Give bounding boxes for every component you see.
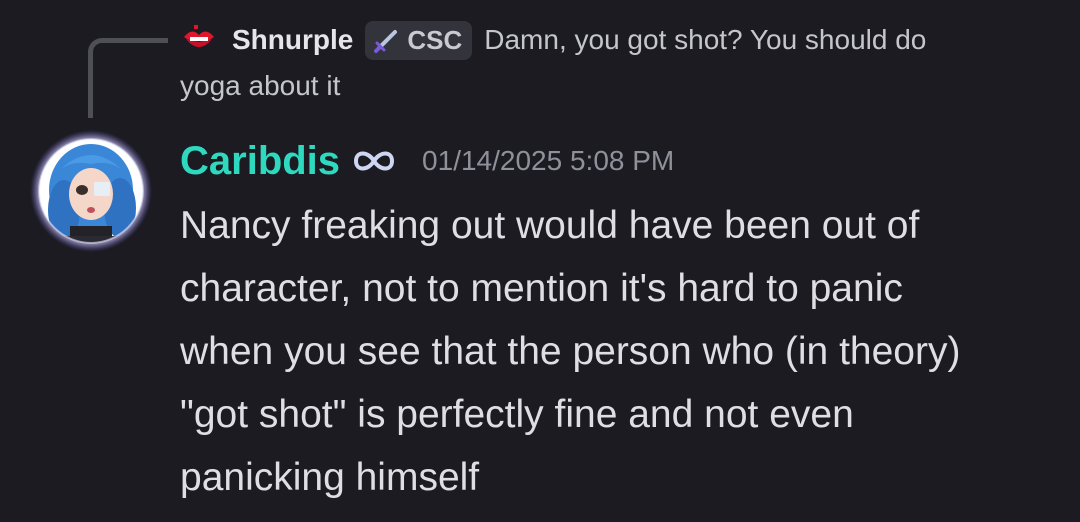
message-line: character, not to mention it's hard to p…	[180, 267, 903, 310]
chat-view: Shnurple CSC Damn, you got shot? You sho…	[0, 0, 1080, 522]
reply-preview[interactable]: Shnurple CSC Damn, you got shot? You sho…	[180, 14, 1060, 104]
reply-connector	[88, 38, 168, 118]
red-lips-icon[interactable]	[180, 23, 218, 57]
message-body: Nancy freaking out would have been out o…	[180, 194, 1060, 509]
reply-text-continued: yoga about it	[180, 70, 341, 101]
infinity-icon	[348, 146, 400, 176]
guild-tag[interactable]: CSC	[365, 20, 473, 60]
reply-author[interactable]: Shnurple	[232, 24, 353, 56]
message-line: Nancy freaking out would have been out o…	[180, 204, 920, 247]
message-line: "got shot" is perfectly fine and not eve…	[180, 393, 854, 436]
message[interactable]: Caribdis 01/14/2025 5:08 PM Nancy freaki…	[180, 134, 1060, 509]
message-line: panicking himself	[180, 456, 480, 499]
message-timestamp: 01/14/2025 5:08 PM	[422, 145, 675, 176]
sword-icon	[373, 26, 401, 54]
reply-text: Damn, you got shot? You should do	[484, 24, 927, 55]
message-line: when you see that the person who (in the…	[180, 330, 961, 373]
guild-tag-label: CSC	[407, 24, 463, 55]
avatar[interactable]	[30, 130, 152, 252]
message-author[interactable]: Caribdis	[180, 139, 340, 184]
